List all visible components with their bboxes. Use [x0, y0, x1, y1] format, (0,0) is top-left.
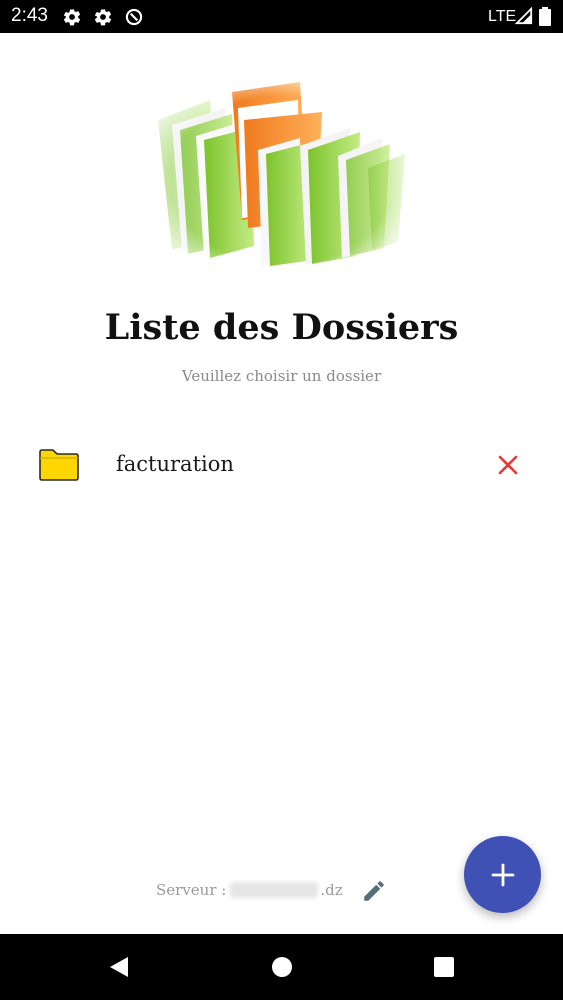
folder-row[interactable]: facturation [0, 430, 563, 498]
recents-icon[interactable] [431, 954, 457, 980]
battery-icon [538, 7, 558, 27]
folder-name: facturation [116, 452, 234, 476]
page-subtitle: Veuillez choisir un dossier [181, 367, 382, 385]
data-saver-icon [124, 7, 144, 27]
server-info: Serveur : .dz [156, 878, 343, 902]
page-title: Liste des Dossiers [104, 307, 459, 348]
back-icon[interactable] [106, 954, 132, 980]
delete-icon[interactable] [495, 452, 521, 478]
pencil-icon[interactable] [361, 878, 387, 904]
settings-icon [62, 7, 82, 27]
server-host-redacted [230, 882, 319, 898]
settings-icon [93, 7, 113, 27]
add-folder-button[interactable] [464, 836, 541, 913]
folder-icon [38, 448, 80, 482]
server-suffix: .dz [320, 881, 343, 899]
server-label: Serveur : [156, 881, 227, 899]
folder-list: facturation [0, 430, 563, 498]
navigation-bar [0, 934, 563, 1000]
plus-icon [491, 863, 515, 887]
network-type: LTE [488, 8, 517, 25]
app-screen: 2:43 LTE Liste des Dossiers Veuillez cho… [0, 0, 563, 1000]
home-icon[interactable] [269, 954, 295, 980]
status-bar: 2:43 LTE [0, 0, 563, 33]
signal-icon [514, 6, 535, 27]
folders-illustration [150, 70, 415, 270]
status-time: 2:43 [11, 5, 48, 26]
